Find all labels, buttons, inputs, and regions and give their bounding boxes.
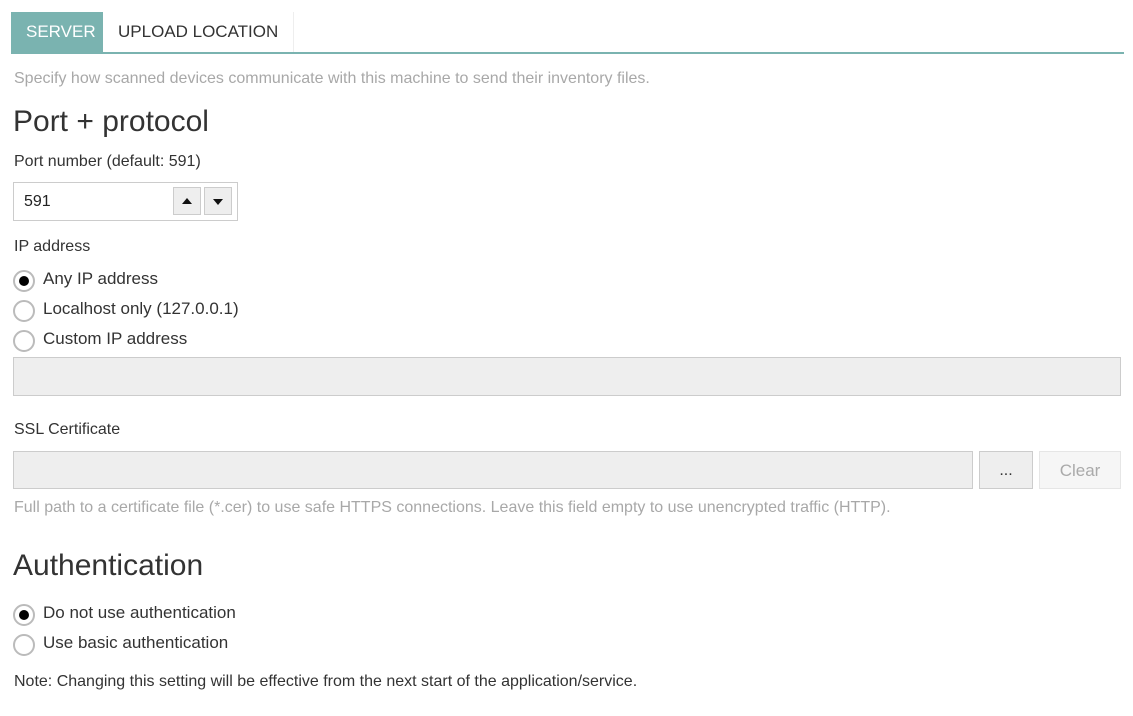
decrement-button[interactable] — [204, 187, 232, 215]
increment-button[interactable] — [173, 187, 201, 215]
radio-unchecked-icon — [13, 300, 35, 322]
radio-checked-icon — [13, 270, 35, 292]
custom-ip-input[interactable] — [13, 357, 1121, 396]
radio-unchecked-icon — [13, 634, 35, 656]
page-description: Specify how scanned devices communicate … — [14, 70, 650, 87]
tab-upload-location[interactable]: UPLOAD LOCATION — [103, 12, 295, 52]
radio-label: Custom IP address — [43, 329, 188, 348]
radio-checked-icon — [13, 604, 35, 626]
port-number-label: Port number (default: 591) — [14, 153, 201, 170]
section-title-port-protocol: Port + protocol — [13, 105, 209, 138]
radio-label: Localhost only (127.0.0.1) — [43, 299, 239, 318]
radio-unchecked-icon — [13, 330, 35, 352]
ssl-certificate-label: SSL Certificate — [14, 421, 121, 438]
arrow-down-icon — [213, 199, 223, 205]
radio-dot — [19, 276, 29, 286]
ssl-certificate-input[interactable] — [13, 451, 973, 489]
radio-dot — [19, 610, 29, 620]
ssl-hint: Full path to a certificate file (*.cer) … — [14, 499, 891, 516]
port-number-input[interactable]: 591 — [24, 193, 51, 211]
radio-label: Do not use authentication — [43, 603, 236, 622]
radio-label: Use basic authentication — [43, 633, 229, 652]
port-number-stepper: 591 — [13, 182, 238, 221]
ip-address-label: IP address — [14, 238, 91, 255]
browse-button[interactable]: ... — [979, 451, 1033, 489]
arrow-up-icon — [182, 198, 192, 204]
clear-button[interactable]: Clear — [1039, 451, 1121, 489]
tab-server[interactable]: SERVER — [11, 12, 103, 52]
restart-note: Note: Changing this setting will be effe… — [14, 673, 638, 690]
section-title-authentication: Authentication — [13, 549, 204, 582]
tab-bar: SERVER UPLOAD LOCATION — [11, 12, 1124, 54]
radio-label: Any IP address — [43, 269, 158, 288]
